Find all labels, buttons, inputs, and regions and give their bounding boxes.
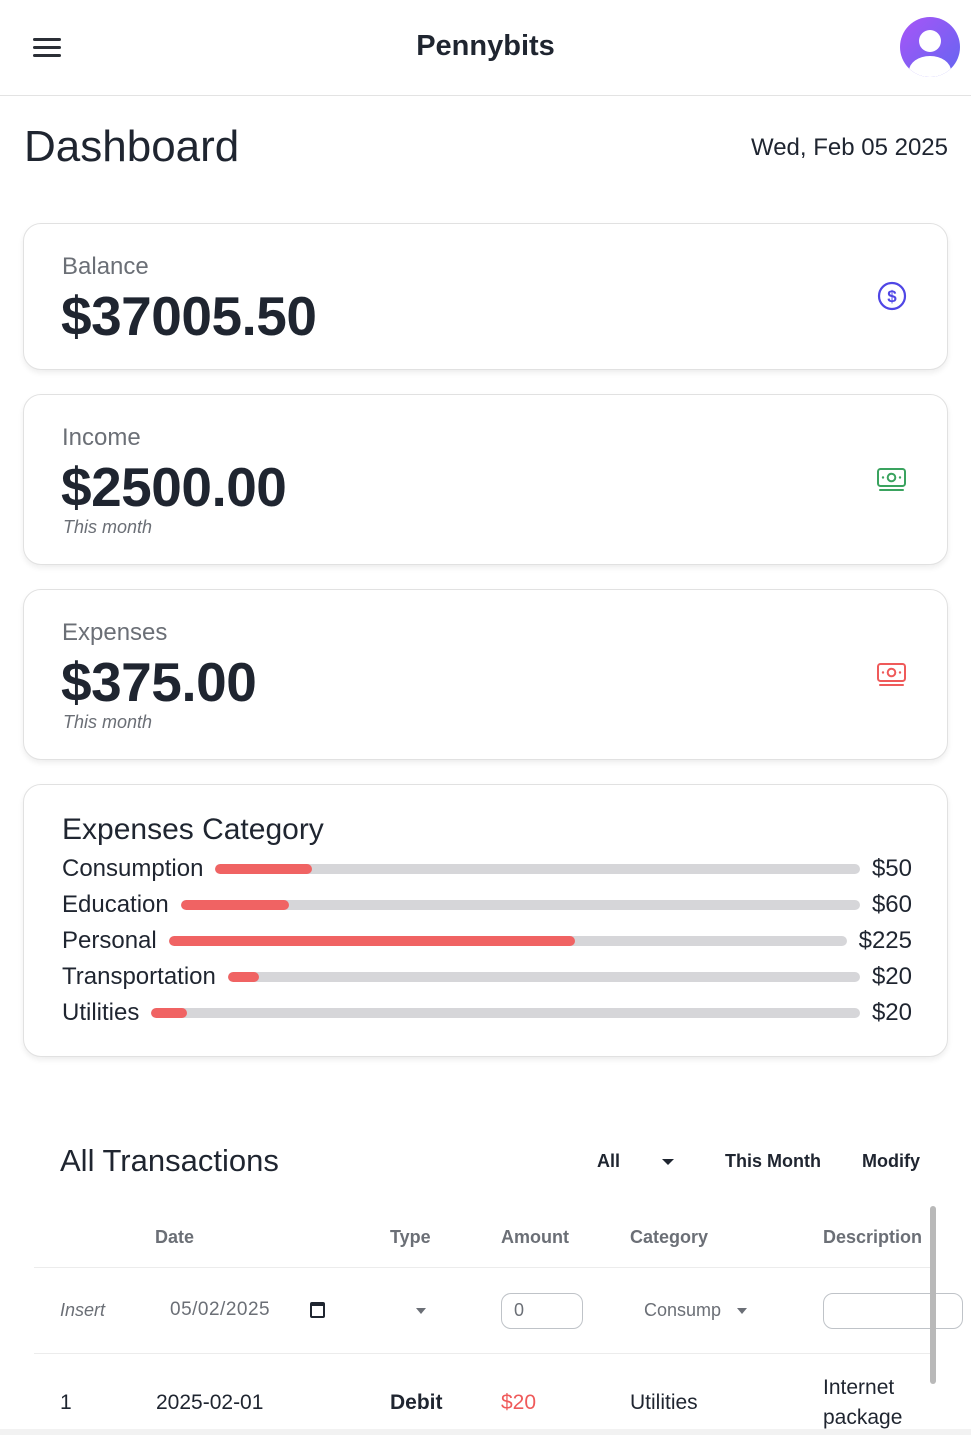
divider <box>34 1267 934 1268</box>
calendar-icon[interactable] <box>310 1302 325 1318</box>
top-bar: Pennybits <box>0 0 971 96</box>
amount-input[interactable]: 0 <box>501 1293 583 1329</box>
category-amount: $20 <box>871 963 912 990</box>
column-header-category: Category <box>630 1227 709 1247</box>
category-amount: $225 <box>858 927 912 954</box>
column-header-type: Type <box>390 1227 431 1247</box>
category-name: Consumption <box>62 855 204 882</box>
category-name: Education <box>62 891 169 918</box>
income-card: Income $2500.00 This month <box>23 394 948 565</box>
column-header-description: Description <box>823 1227 923 1247</box>
column-header-date: Date <box>155 1227 195 1247</box>
expenses-card: Expenses $375.00 This month <box>23 589 948 760</box>
period-filter-button[interactable]: This Month <box>725 1151 821 1172</box>
divider <box>34 1353 934 1354</box>
income-label: Income <box>62 424 141 451</box>
insert-row-label: Insert <box>60 1300 106 1320</box>
category-progress-fill <box>180 900 290 910</box>
row-category: Utilities <box>630 1391 698 1414</box>
row-amount: $20 <box>501 1391 537 1414</box>
column-header-amount: Amount <box>501 1227 569 1247</box>
category-select[interactable]: Consump <box>644 1300 721 1321</box>
category-progress-fill <box>227 972 260 982</box>
row-index: 1 <box>60 1391 72 1414</box>
category-progress-bar <box>180 900 860 910</box>
dollar-circle-icon: $ <box>877 281 907 311</box>
category-amount: $50 <box>871 855 912 882</box>
row-description-line2: package <box>823 1406 903 1429</box>
expenses-label: Expenses <box>62 619 168 646</box>
app-title: Pennybits <box>416 30 555 62</box>
category-progress-bar <box>168 936 847 946</box>
user-avatar-icon[interactable] <box>900 17 960 77</box>
category-progress-bar <box>227 972 860 982</box>
category-name: Transportation <box>62 963 216 990</box>
balance-label: Balance <box>62 253 149 280</box>
expenses-category-title: Expenses Category <box>62 813 324 846</box>
cash-icon <box>877 663 906 686</box>
modify-button[interactable]: Modify <box>862 1151 920 1172</box>
category-amount: $60 <box>871 891 912 918</box>
expenses-period: This month <box>63 712 153 732</box>
category-progress-bar <box>215 864 860 874</box>
category-progress-bar <box>151 1008 860 1018</box>
date-input[interactable]: 05/02/2025 <box>170 1299 270 1321</box>
type-select-caret-icon[interactable] <box>416 1308 426 1314</box>
category-amount: $20 <box>871 999 912 1026</box>
expenses-value: $375.00 <box>61 651 257 713</box>
cash-icon <box>877 468 906 491</box>
description-input[interactable] <box>823 1293 963 1329</box>
balance-value: $37005.50 <box>61 285 317 347</box>
category-name: Utilities <box>62 999 140 1026</box>
category-name: Personal <box>62 927 157 954</box>
bottom-edge <box>0 1429 971 1435</box>
chevron-down-icon[interactable] <box>737 1308 747 1314</box>
income-period: This month <box>63 517 153 537</box>
income-value: $2500.00 <box>61 456 287 518</box>
category-progress-fill <box>168 936 576 946</box>
balance-card: Balance $37005.50 $ <box>23 223 948 370</box>
category-progress-fill <box>151 1008 187 1018</box>
row-date: 2025-02-01 <box>156 1391 264 1414</box>
row-type: Debit <box>390 1391 443 1414</box>
row-description-line1: Internet <box>823 1376 895 1399</box>
category-row: Personal $225 <box>62 924 912 958</box>
category-row: Transportation $20 <box>62 960 912 994</box>
chevron-down-icon[interactable] <box>662 1159 674 1165</box>
category-progress-fill <box>215 864 313 874</box>
type-filter-select[interactable]: All <box>597 1151 620 1172</box>
table-scrollbar[interactable] <box>930 1206 936 1384</box>
svg-text:$: $ <box>887 287 897 306</box>
category-row: Utilities $20 <box>62 996 912 1030</box>
current-date: Wed, Feb 05 2025 <box>750 134 948 161</box>
page-title: Dashboard <box>24 122 240 171</box>
expenses-category-card: Expenses Category Consumption $50 Educatio… <box>23 784 948 1057</box>
category-row: Education $60 <box>62 888 912 922</box>
category-row: Consumption $50 <box>62 852 912 886</box>
transactions-title: All Transactions <box>60 1143 279 1178</box>
